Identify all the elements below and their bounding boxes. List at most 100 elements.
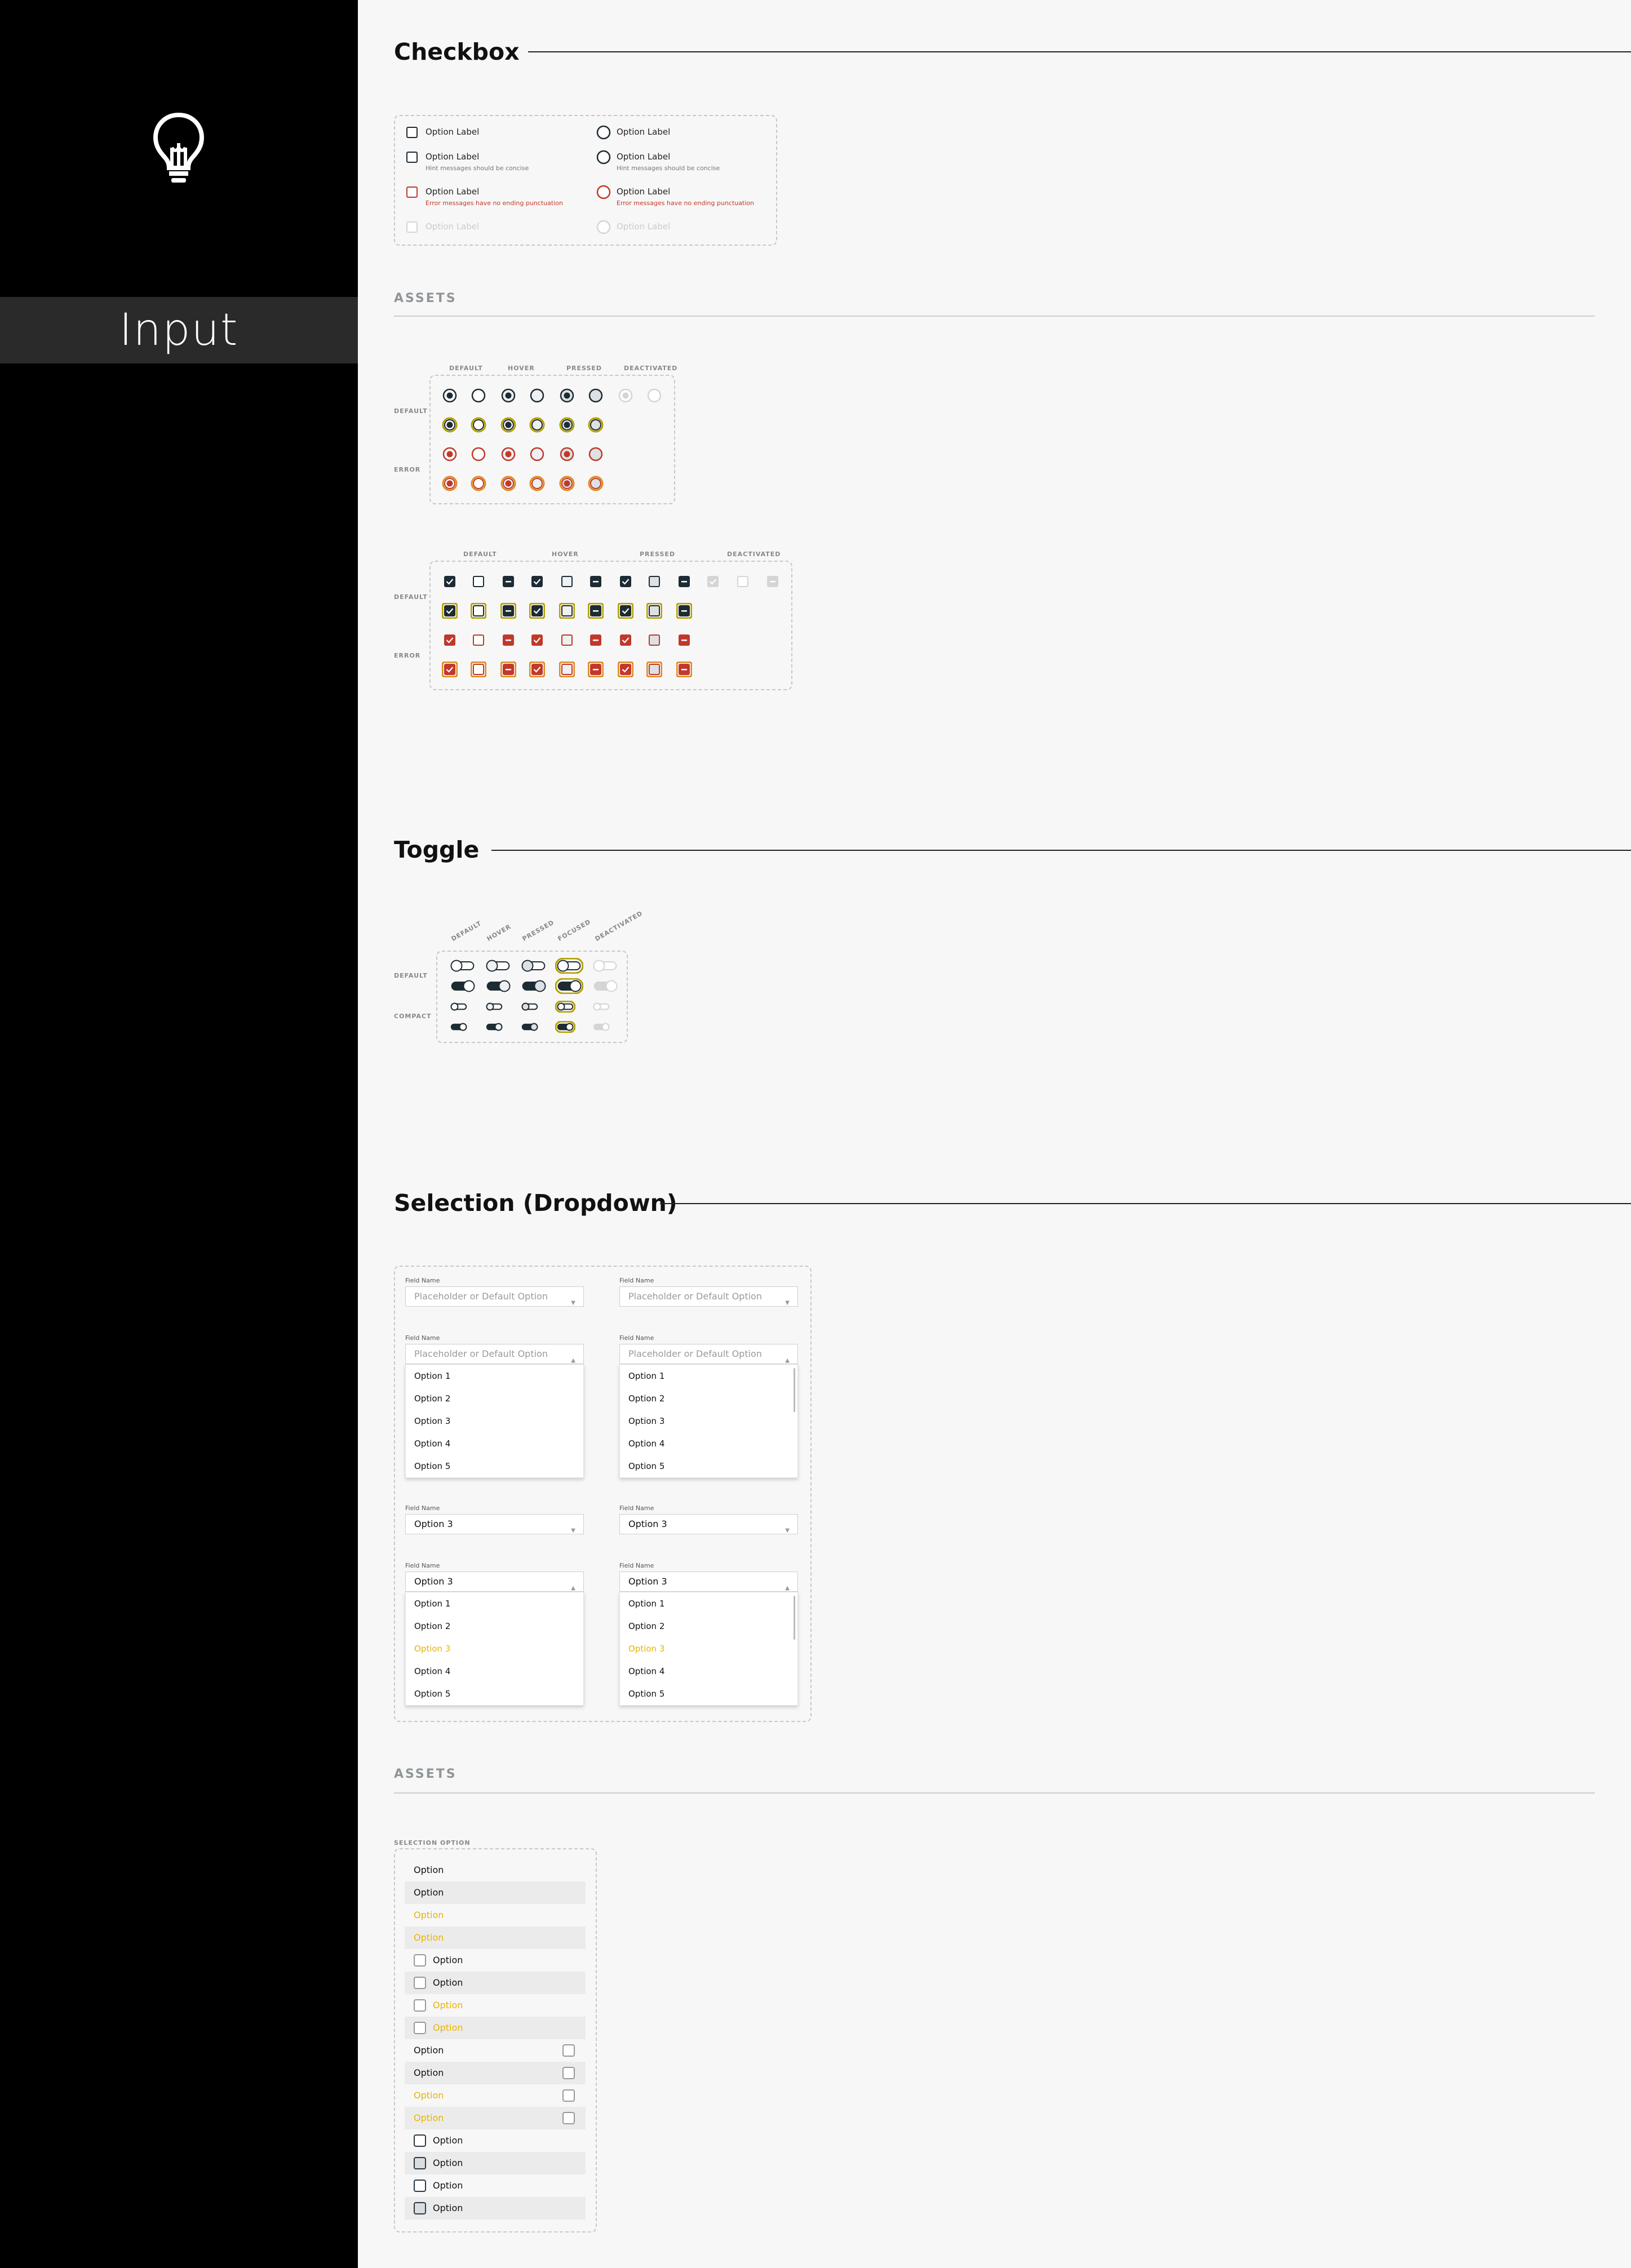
selection-option[interactable]: Option	[405, 2129, 586, 2152]
toggle-switch[interactable]	[449, 1021, 469, 1033]
toggle-switch[interactable]	[591, 958, 619, 974]
radio-asset[interactable]	[529, 476, 545, 491]
selection-option[interactable]: Option	[405, 1881, 586, 1904]
checkbox-asset[interactable]	[676, 662, 692, 677]
dropdown-option[interactable]: Option 5	[620, 1455, 797, 1477]
radio-asset[interactable]	[442, 446, 458, 462]
checkbox-asset[interactable]	[500, 662, 516, 677]
checkbox-asset[interactable]	[529, 662, 545, 677]
dropdown-option[interactable]: Option 4	[406, 1432, 583, 1455]
dropdown-option[interactable]: Option 1	[406, 1365, 583, 1387]
checkbox-asset[interactable]	[676, 603, 692, 619]
radio-asset[interactable]	[471, 388, 486, 403]
checkbox-asset[interactable]	[529, 632, 545, 648]
toggle-switch[interactable]	[520, 958, 548, 974]
radio-asset[interactable]	[529, 417, 545, 433]
checkbox-asset[interactable]	[559, 603, 575, 619]
selection-option[interactable]: Option	[405, 2062, 586, 2084]
dropdown-option[interactable]: Option 2	[406, 1615, 583, 1637]
option-checkbox[interactable]	[414, 2157, 426, 2169]
option-checkbox[interactable]	[414, 2022, 426, 2034]
radio-asset[interactable]	[618, 388, 633, 403]
toggle-switch[interactable]	[484, 1001, 504, 1013]
checkbox-asset[interactable]	[471, 603, 486, 619]
toggle-switch[interactable]	[591, 1021, 611, 1033]
toggle-switch[interactable]	[484, 978, 512, 994]
checkbox-asset[interactable]	[588, 574, 604, 589]
dropdown-option[interactable]: Option 4	[620, 1432, 797, 1455]
checkbox-asset[interactable]	[471, 662, 486, 677]
toggle-switch[interactable]	[555, 978, 583, 994]
radio-asset[interactable]	[559, 388, 575, 403]
checkbox-asset[interactable]	[676, 574, 692, 589]
dropdown-option[interactable]: Option 4	[406, 1660, 583, 1683]
dropdown-option[interactable]: Option 2	[620, 1387, 797, 1410]
checkbox-asset[interactable]	[735, 574, 751, 589]
dropdown-option[interactable]: Option 2	[406, 1387, 583, 1410]
selection-option[interactable]: Option	[405, 2107, 586, 2129]
toggle-switch[interactable]	[520, 1021, 540, 1033]
dropdown-select[interactable]: Option 3 ▲	[619, 1572, 798, 1592]
selection-option[interactable]: Option	[405, 2152, 586, 2174]
radio-asset[interactable]	[588, 388, 604, 403]
radio-asset[interactable]	[500, 476, 516, 491]
radio-asset[interactable]	[442, 417, 458, 433]
checkbox-asset[interactable]	[500, 603, 516, 619]
radio-asset[interactable]	[559, 446, 575, 462]
checkbox-asset[interactable]	[442, 632, 458, 648]
example-radio[interactable]	[596, 184, 611, 200]
checkbox-asset[interactable]	[646, 632, 662, 648]
example-radio[interactable]	[596, 149, 611, 165]
checkbox-asset[interactable]	[618, 603, 633, 619]
example-checkbox[interactable]	[404, 219, 420, 235]
option-checkbox[interactable]	[414, 2134, 426, 2147]
option-checkbox[interactable]	[562, 2067, 575, 2079]
dropdown-select[interactable]: Placeholder or Default Option ▲	[619, 1344, 798, 1364]
checkbox-asset[interactable]	[442, 603, 458, 619]
selection-option[interactable]: Option	[405, 2197, 586, 2220]
checkbox-asset[interactable]	[529, 603, 545, 619]
selection-option[interactable]: Option	[405, 1972, 586, 1994]
toggle-switch[interactable]	[449, 978, 477, 994]
radio-asset[interactable]	[500, 388, 516, 403]
toggle-switch[interactable]	[555, 1000, 575, 1013]
radio-asset[interactable]	[588, 476, 604, 491]
scrollbar[interactable]	[794, 1368, 795, 1412]
dropdown-select[interactable]: Option 3 ▲	[405, 1572, 584, 1592]
checkbox-asset[interactable]	[442, 662, 458, 677]
radio-asset[interactable]	[646, 388, 662, 403]
example-radio[interactable]	[596, 219, 611, 235]
option-checkbox[interactable]	[562, 2044, 575, 2057]
example-checkbox[interactable]	[404, 184, 420, 200]
dropdown-option[interactable]: Option 1	[620, 1365, 797, 1387]
toggle-switch[interactable]	[555, 1020, 575, 1033]
toggle-switch[interactable]	[484, 1021, 504, 1033]
checkbox-asset[interactable]	[646, 574, 662, 589]
radio-asset[interactable]	[588, 417, 604, 433]
selection-option[interactable]: Option	[405, 2084, 586, 2107]
radio-asset[interactable]	[588, 446, 604, 462]
dropdown-option[interactable]: Option 1	[620, 1592, 797, 1615]
option-checkbox[interactable]	[562, 2112, 575, 2124]
checkbox-asset[interactable]	[765, 574, 781, 589]
dropdown-option[interactable]: Option 3	[406, 1410, 583, 1432]
option-checkbox[interactable]	[414, 2202, 426, 2214]
dropdown-option[interactable]: Option 5	[406, 1455, 583, 1477]
toggle-switch[interactable]	[520, 1001, 540, 1013]
checkbox-asset[interactable]	[705, 574, 721, 589]
toggle-switch[interactable]	[449, 958, 477, 974]
radio-asset[interactable]	[471, 417, 486, 433]
checkbox-asset[interactable]	[500, 632, 516, 648]
checkbox-asset[interactable]	[588, 603, 604, 619]
example-checkbox[interactable]	[404, 125, 420, 140]
dropdown-option[interactable]: Option 3	[620, 1410, 797, 1432]
radio-asset[interactable]	[500, 417, 516, 433]
radio-asset[interactable]	[442, 476, 458, 491]
radio-asset[interactable]	[559, 417, 575, 433]
selection-option[interactable]: Option	[405, 1859, 586, 1881]
checkbox-asset[interactable]	[618, 574, 633, 589]
toggle-switch[interactable]	[591, 978, 619, 994]
checkbox-asset[interactable]	[588, 632, 604, 648]
radio-asset[interactable]	[442, 388, 458, 403]
checkbox-asset[interactable]	[646, 603, 662, 619]
